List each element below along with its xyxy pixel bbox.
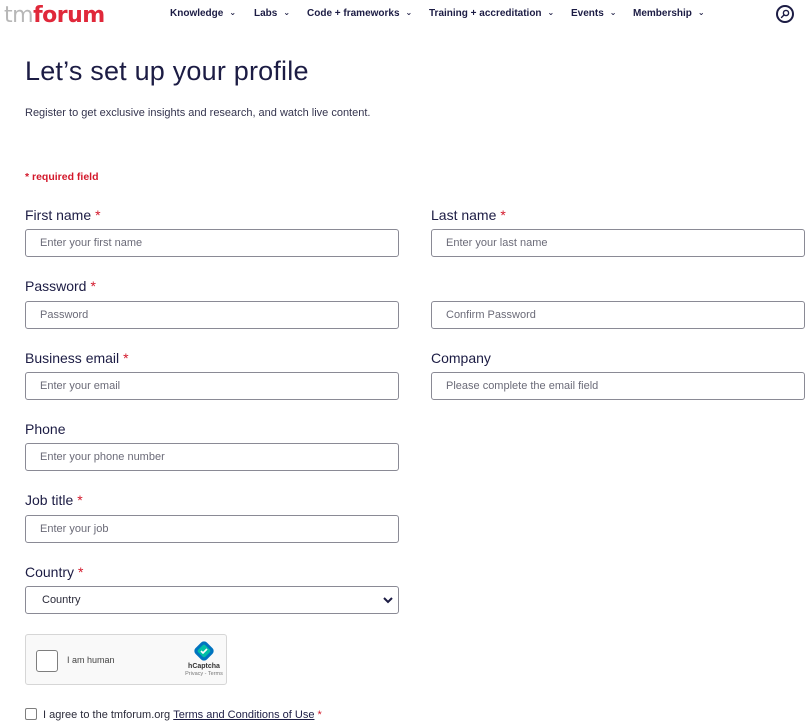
search-button[interactable]: [776, 5, 794, 23]
nav-training-accreditation[interactable]: Training + accreditation ⌄: [429, 8, 554, 19]
chevron-down-icon: ⌄: [547, 8, 555, 17]
search-icon: [780, 9, 790, 19]
nav-code-frameworks[interactable]: Code + frameworks ⌄: [307, 8, 412, 19]
tmforum-logo[interactable]: tmforum: [4, 3, 105, 28]
required-field-note: * required field: [25, 171, 99, 183]
chevron-down-icon: ⌄: [405, 8, 413, 17]
terms-agreement: I agree to the tmforum.org Terms and Con…: [25, 708, 322, 721]
terms-link[interactable]: Terms and Conditions of Use: [173, 709, 314, 721]
page-intro: Register to get exclusive insights and r…: [25, 107, 371, 119]
hcaptcha-widget: I am human hCaptcha Privacy - Terms: [25, 634, 227, 685]
last-name-label: Last name *: [431, 207, 506, 223]
chevron-down-icon: ⌄: [283, 8, 291, 17]
nav-events[interactable]: Events ⌄: [571, 8, 617, 19]
page-title: Let’s set up your profile: [25, 56, 309, 86]
chevron-down-icon: ⌄: [609, 8, 617, 17]
site-header: tmforum Knowledge ⌄ Labs ⌄ Code + framewor…: [0, 0, 807, 30]
job-title-input[interactable]: [25, 515, 399, 543]
logo-tm: tm: [4, 3, 34, 28]
password-input[interactable]: [25, 301, 399, 329]
hcaptcha-brand: hCaptcha Privacy - Terms: [182, 640, 226, 677]
phone-input[interactable]: [25, 443, 399, 471]
job-title-label: Job title *: [25, 492, 83, 508]
confirm-password-input[interactable]: [431, 301, 805, 329]
company-label: Company: [431, 350, 491, 366]
nav-membership[interactable]: Membership ⌄: [633, 8, 705, 19]
terms-checkbox[interactable]: [25, 708, 37, 720]
first-name-label: First name *: [25, 207, 101, 223]
nav-knowledge[interactable]: Knowledge ⌄: [170, 8, 236, 19]
chevron-down-icon: ⌄: [697, 8, 705, 17]
first-name-input[interactable]: [25, 229, 399, 257]
logo-forum: forum: [33, 3, 105, 28]
captcha-checkbox[interactable]: [36, 650, 58, 672]
country-selected-value: Country: [42, 594, 81, 606]
business-email-input[interactable]: [25, 372, 399, 400]
chevron-down-icon: ⌄: [229, 8, 237, 17]
phone-label: Phone: [25, 421, 66, 437]
country-select[interactable]: Country: [25, 586, 399, 614]
password-label: Password *: [25, 278, 96, 294]
captcha-privacy-terms-link[interactable]: Privacy - Terms: [182, 671, 226, 677]
hcaptcha-logo-icon: [194, 641, 214, 661]
company-input[interactable]: [431, 372, 805, 400]
captcha-text: I am human: [67, 655, 115, 665]
business-email-label: Business email *: [25, 350, 129, 366]
last-name-input[interactable]: [431, 229, 805, 257]
country-label: Country *: [25, 564, 84, 580]
nav-labs[interactable]: Labs ⌄: [254, 8, 290, 19]
chevron-down-icon: [382, 587, 394, 623]
